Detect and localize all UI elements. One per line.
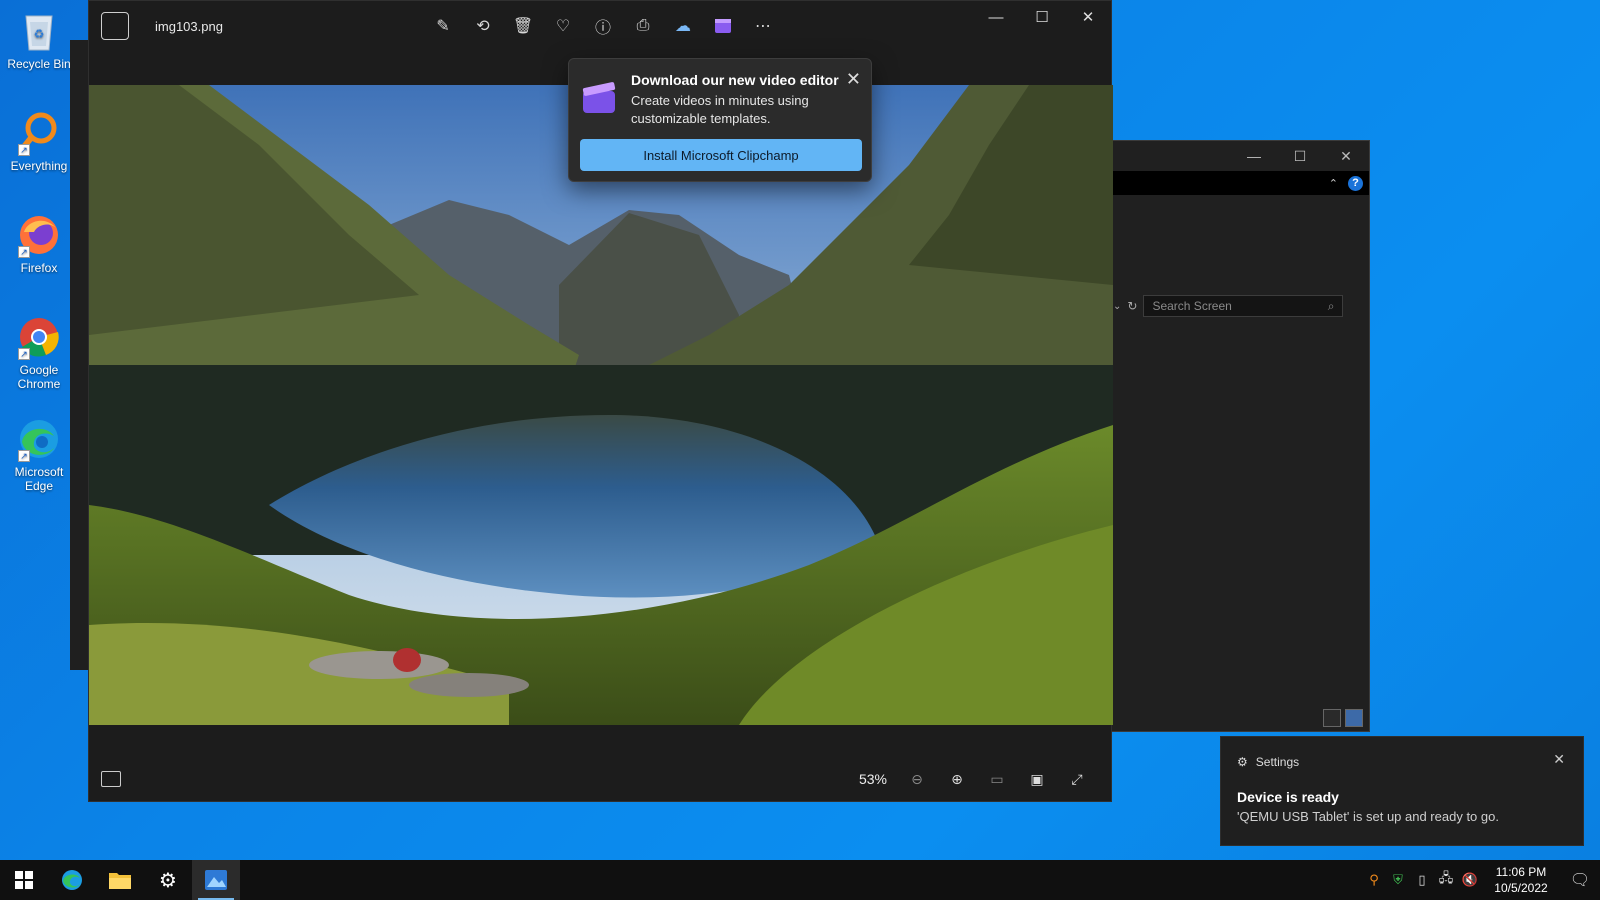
print-icon[interactable]: ⎙ — [623, 13, 663, 39]
details-view-icon[interactable] — [1345, 709, 1363, 727]
usb-device-icon[interactable]: ▯ — [1410, 872, 1434, 888]
security-shield-icon[interactable]: ⛨ — [1386, 872, 1410, 888]
photos-icon — [205, 870, 227, 890]
minimize-button[interactable]: — — [973, 1, 1019, 35]
taskbar-settings[interactable]: ⚙ — [144, 860, 192, 900]
search-placeholder: Search Screen — [1152, 299, 1232, 313]
taskbar-photos[interactable] — [192, 860, 240, 900]
shortcut-arrow-icon: ↗ — [18, 348, 30, 360]
toast-body: 'QEMU USB Tablet' is set up and ready to… — [1237, 809, 1499, 824]
everything-search-icon: ↗ — [16, 110, 62, 156]
desktop-icon-label: Recycle Bin — [7, 57, 71, 71]
filmstrip-icon[interactable] — [101, 771, 121, 787]
volume-muted-icon[interactable]: 🔇 — [1458, 872, 1482, 888]
close-icon[interactable]: ✕ — [1553, 751, 1565, 768]
shortcut-arrow-icon: ↗ — [18, 144, 30, 156]
zoom-controls: 53% ⊖ ⊕ ▭ ▣ ⤢ — [849, 771, 1097, 788]
edit-image-icon[interactable]: ✎ — [423, 13, 463, 39]
zoom-in-icon[interactable]: ⊕ — [937, 771, 977, 788]
fit-to-window-icon[interactable]: ▭ — [977, 771, 1017, 788]
background-window-edge — [70, 40, 90, 670]
maximize-button[interactable]: ☐ — [1277, 148, 1323, 165]
desktop-icon-label: Microsoft Edge — [14, 465, 64, 493]
actual-size-icon[interactable]: ▣ — [1017, 771, 1057, 788]
clock-date: 10/5/2022 — [1494, 881, 1548, 895]
photo-tools: ✎ ⟲ 🗑 ♡ ⓘ ⎙ ☁ ⋯ — [423, 13, 783, 39]
photos-toolbar: img103.png ✎ ⟲ 🗑 ♡ ⓘ ⎙ ☁ ⋯ — ☐ ✕ — [89, 1, 1111, 51]
desktop-icon-label: Google Chrome — [17, 363, 61, 391]
background-app-window[interactable]: — ☐ ✕ ⌃ ? ⌄ ↻ Search Screen ⌕ — [1108, 140, 1370, 732]
gear-icon: ⚙ — [159, 869, 177, 892]
desktop-icon-label: Everything — [10, 159, 68, 173]
help-icon[interactable]: ? — [1348, 175, 1363, 191]
close-button[interactable]: ✕ — [1323, 148, 1369, 165]
desktop-icon-firefox[interactable]: ↗ Firefox — [4, 212, 74, 275]
clipchamp-icon — [581, 81, 617, 117]
clipchamp-icon[interactable] — [703, 13, 743, 39]
network-icon[interactable]: 🖧 — [1434, 869, 1458, 891]
gear-icon: ⚙ — [1237, 755, 1248, 769]
photos-app-icon — [101, 12, 129, 40]
bg-window-titlebar: — ☐ ✕ — [1109, 141, 1369, 171]
start-button[interactable] — [0, 860, 48, 900]
bg-window-search-row: ⌄ ↻ Search Screen ⌕ — [1109, 293, 1369, 319]
desktop-icon-edge[interactable]: ↗ Microsoft Edge — [4, 416, 74, 493]
popup-title: Download our new video editor — [631, 72, 839, 88]
dropdown-chevron-icon[interactable]: ⌄ — [1113, 301, 1121, 312]
desktop-icon-recycle-bin[interactable]: ♻ Recycle Bin — [4, 8, 74, 71]
windows-logo-icon — [15, 871, 33, 889]
rotate-icon[interactable]: ⟲ — [463, 13, 503, 39]
shortcut-arrow-icon: ↗ — [18, 246, 30, 258]
system-tray: ⚲ ⛨ ▯ 🖧 🔇 11:06 PM 10/5/2022 🗨 — [1362, 860, 1600, 900]
svg-text:♻: ♻ — [34, 27, 45, 41]
delete-icon[interactable]: 🗑 — [503, 13, 543, 39]
collapse-chevron-icon[interactable]: ⌃ — [1329, 177, 1338, 190]
action-center-icon[interactable]: 🗨 — [1560, 870, 1600, 890]
clipchamp-promo-popup[interactable]: Download our new video editor Create vid… — [568, 58, 872, 182]
everything-search-icon[interactable]: ⚲ — [1362, 872, 1386, 888]
close-button[interactable]: ✕ — [1065, 1, 1111, 35]
taskbar-file-explorer[interactable] — [96, 860, 144, 900]
edge-icon — [62, 870, 82, 890]
chrome-icon: ↗ — [16, 314, 62, 360]
taskbar: ⚙ ⚲ ⛨ ▯ 🖧 🔇 11:06 PM 10/5/2022 🗨 — [0, 860, 1600, 900]
edge-icon: ↗ — [16, 416, 62, 462]
fullscreen-icon[interactable]: ⤢ — [1057, 771, 1097, 788]
clock-time: 11:06 PM — [1495, 865, 1547, 879]
toast-app-name: Settings — [1255, 755, 1300, 769]
photos-statusbar: 53% ⊖ ⊕ ▭ ▣ ⤢ — [89, 757, 1111, 801]
info-icon[interactable]: ⓘ — [583, 13, 623, 39]
shortcut-arrow-icon: ↗ — [18, 450, 30, 462]
popup-description: Create videos in minutes using customiza… — [631, 93, 809, 126]
photos-window-controls: — ☐ ✕ — [973, 1, 1111, 35]
recycle-bin-icon: ♻ — [16, 8, 62, 54]
favorite-icon[interactable]: ♡ — [543, 13, 583, 39]
refresh-icon[interactable]: ↻ — [1127, 299, 1137, 313]
zoom-level: 53% — [858, 771, 888, 787]
desktop-icon-label: Firefox — [20, 261, 58, 275]
file-name: img103.png — [155, 18, 223, 34]
toast-title: Device is ready — [1237, 789, 1339, 805]
firefox-icon: ↗ — [16, 212, 62, 258]
list-view-icon[interactable] — [1323, 709, 1341, 727]
install-clipchamp-button[interactable]: Install Microsoft Clipchamp — [580, 139, 862, 171]
more-options-icon[interactable]: ⋯ — [743, 13, 783, 39]
bg-window-view-toggles — [1323, 709, 1363, 727]
maximize-button[interactable]: ☐ — [1019, 1, 1065, 35]
desktop-icon-everything[interactable]: ↗ Everything — [4, 110, 74, 173]
minimize-button[interactable]: — — [1231, 148, 1277, 164]
taskbar-edge[interactable] — [48, 860, 96, 900]
bg-window-toolbar: ⌃ ? — [1109, 171, 1369, 195]
device-ready-notification[interactable]: ⚙ Settings ✕ Device is ready 'QEMU USB T… — [1220, 736, 1584, 846]
clock[interactable]: 11:06 PM 10/5/2022 — [1482, 864, 1560, 896]
folder-icon — [109, 873, 131, 889]
zoom-out-icon[interactable]: ⊖ — [897, 771, 937, 788]
onedrive-icon[interactable]: ☁ — [663, 13, 703, 39]
toast-header: ⚙ Settings — [1237, 755, 1299, 769]
desktop-icon-chrome[interactable]: ↗ Google Chrome — [4, 314, 74, 391]
close-icon[interactable]: ✕ — [846, 69, 861, 90]
search-screen-input[interactable]: Search Screen ⌕ — [1143, 295, 1344, 317]
search-icon: ⌕ — [1327, 298, 1335, 313]
